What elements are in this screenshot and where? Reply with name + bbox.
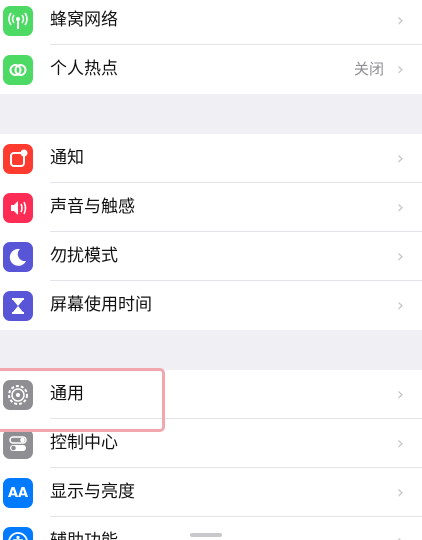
chevron-right-icon: › [396,197,404,218]
hotspot-status-value: 关闭 [353,60,384,78]
settings-row-personal-hotspot[interactable]: 个人热点 关闭 › [0,45,422,94]
chevron-right-icon: › [396,10,404,31]
notifications-icon [3,144,33,174]
settings-row-label: 显示与亮度 [50,482,135,502]
settings-row-label: 蜂窝网络 [50,10,118,30]
settings-row-label: 通用 [50,384,84,404]
moon-icon [3,242,33,272]
settings-row-do-not-disturb[interactable]: 勿扰模式 › [0,232,422,281]
settings-row-control-center[interactable]: 控制中心 › [0,419,422,468]
chevron-right-icon: › [397,517,404,540]
chevron-right-icon: › [396,246,404,267]
settings-row-sounds[interactable]: 声音与触感 › [0,183,422,232]
speaker-icon [3,193,33,223]
settings-row-notifications[interactable]: 通知 › [0,134,422,183]
cellular-antenna-icon [3,6,33,36]
accessibility-icon [3,527,33,540]
chevron-right-icon: › [396,384,404,405]
toggles-icon [3,429,33,459]
settings-group-network: 蜂窝网络 › 个人热点 关闭 › [0,0,422,94]
settings-screen: 蜂窝网络 › 个人热点 关闭 › 通知 › 声音与触感 › 勿扰模式 › 屏幕使… [0,0,422,540]
chevron-right-icon: › [396,295,404,316]
settings-row-label: 通知 [50,148,84,168]
settings-group-notifications: 通知 › 声音与触感 › 勿扰模式 › 屏幕使用时间 › [0,134,422,330]
settings-row-label: 声音与触感 [50,197,135,217]
settings-row-label: 勿扰模式 [50,246,118,266]
settings-row-label: 辅助功能 [50,517,118,540]
settings-row-general[interactable]: 通用 › [0,370,422,419]
text-size-aa-icon: AA [3,478,33,508]
chevron-right-icon: › [396,433,404,454]
chevron-right-icon: › [396,482,404,503]
personal-hotspot-icon [3,55,33,85]
settings-row-label: 控制中心 [50,433,118,453]
chevron-right-icon: › [396,59,404,80]
hourglass-icon [3,291,33,321]
settings-row-cellular[interactable]: 蜂窝网络 › [0,0,422,45]
gear-icon [3,380,33,410]
settings-row-label: 个人热点 [50,59,118,79]
settings-row-label: 屏幕使用时间 [50,295,152,315]
settings-group-general: 通用 › 控制中心 › AA 显示与亮度 › [0,370,422,540]
aa-glyph: AA [7,485,29,501]
home-indicator [190,533,222,537]
chevron-right-icon: › [396,148,404,169]
settings-row-screen-time[interactable]: 屏幕使用时间 › [0,281,422,330]
settings-row-display-brightness[interactable]: AA 显示与亮度 › [0,468,422,517]
